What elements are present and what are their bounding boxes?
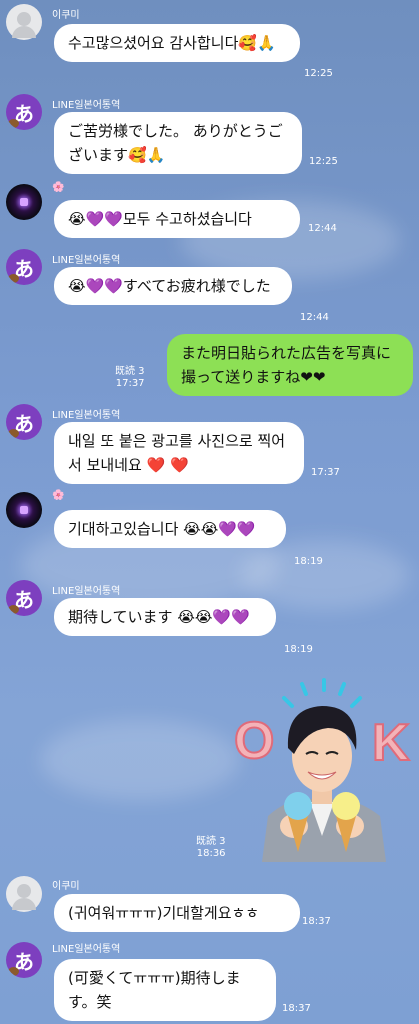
message-bubble[interactable]: 😭💜💜모두 수고하셨습니다 xyxy=(54,200,300,238)
svg-text:K: K xyxy=(372,714,410,772)
background-cloud xyxy=(40,720,240,800)
read-count: 既読 3 xyxy=(196,836,226,847)
message-bubble[interactable]: 기대하고있습니다 😭😭💜💜 xyxy=(54,510,286,548)
avatar[interactable]: あ xyxy=(6,249,42,285)
sticker-ok-text: O xyxy=(234,712,274,770)
message-time: 18:19 xyxy=(294,556,323,567)
message-time: 18:37 xyxy=(282,1003,311,1014)
sender-name: 🌸 xyxy=(52,490,65,501)
message-bubble[interactable]: (귀여워ㅠㅠㅠ)기대할게요ㅎㅎ xyxy=(54,894,300,932)
message-time: 18:19 xyxy=(284,644,313,655)
avatar[interactable]: あ xyxy=(6,94,42,130)
my-message-bubble[interactable]: また明日貼られた広告を写真に撮って送りますね❤❤ xyxy=(167,334,413,396)
read-receipt: 既読 3 18:36 xyxy=(196,836,226,860)
message-time: 12:25 xyxy=(309,156,338,167)
message-time: 12:44 xyxy=(308,223,337,234)
avatar[interactable] xyxy=(6,492,42,528)
sender-name: LINE일본어통역 xyxy=(52,944,121,955)
sender-name: 🌸 xyxy=(52,182,65,193)
avatar[interactable]: あ xyxy=(6,942,42,978)
message-bubble[interactable]: (可愛くてㅠㅠㅠ)期待します。笑 xyxy=(54,959,276,1021)
ok-sticker[interactable]: O K xyxy=(232,676,412,862)
message-bubble[interactable]: 期待しています 😭😭💜💜 xyxy=(54,598,276,636)
message-bubble[interactable]: 😭💜💜すべてお疲れ様でした xyxy=(54,267,292,305)
sender-name: LINE일본어통역 xyxy=(52,100,121,111)
message-bubble[interactable]: 내일 또 붙은 광고를 사진으로 찍어서 보내네요 ❤️ ❤️ xyxy=(54,422,304,484)
message-time: 17:37 xyxy=(311,467,340,478)
avatar[interactable] xyxy=(6,876,42,912)
avatar[interactable] xyxy=(6,4,42,40)
message-time: 18:37 xyxy=(302,916,331,927)
message-bubble[interactable]: ご苦労様でした。 ありがとうございます🥰🙏 xyxy=(54,112,302,174)
message-bubble[interactable]: 수고많으셨어요 감사합니다🥰🙏 xyxy=(54,24,300,62)
read-receipt: 既読 3 17:37 xyxy=(115,366,145,390)
message-time: 17:37 xyxy=(115,378,145,389)
avatar[interactable]: あ xyxy=(6,580,42,616)
read-count: 既読 3 xyxy=(115,366,145,377)
message-time: 12:25 xyxy=(304,68,333,79)
message-time: 18:36 xyxy=(196,848,226,859)
sender-name: LINE일본어통역 xyxy=(52,586,121,597)
sender-name: LINE일본어통역 xyxy=(52,410,121,421)
avatar[interactable]: あ xyxy=(6,404,42,440)
sender-name: 이쿠미 xyxy=(52,881,80,892)
sender-name: LINE일본어통역 xyxy=(52,255,121,266)
sender-name: 이쿠미 xyxy=(52,10,80,21)
avatar[interactable] xyxy=(6,184,42,220)
message-time: 12:44 xyxy=(300,312,329,323)
